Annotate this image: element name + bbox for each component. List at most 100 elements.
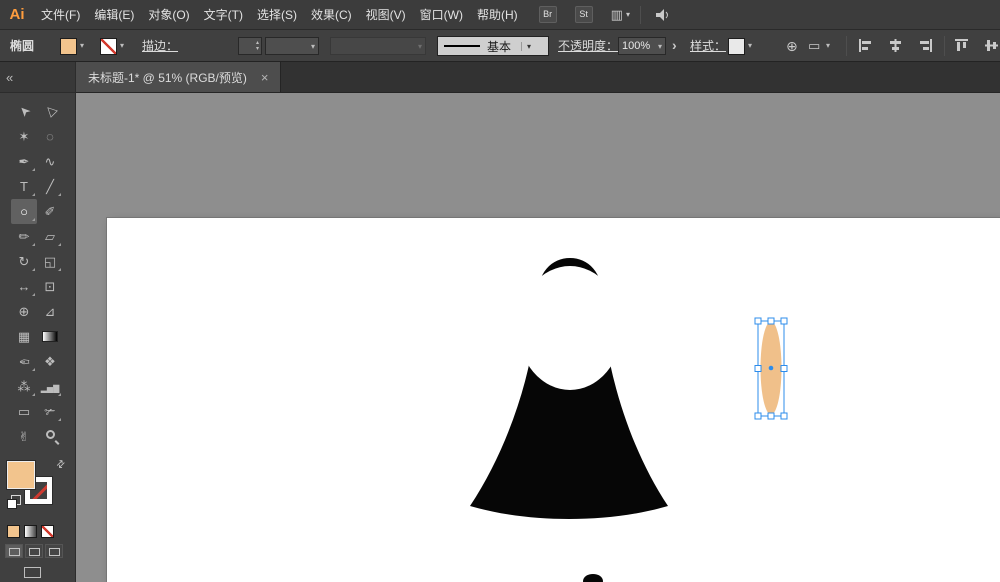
spin-down-icon[interactable]: ▾ — [256, 45, 259, 53]
curvature-tool[interactable]: ∿ — [37, 149, 63, 174]
bridge-button[interactable]: Br — [538, 6, 557, 23]
screen-mode-button[interactable] — [24, 567, 41, 578]
gradient-button[interactable] — [24, 525, 37, 538]
menu-item-file[interactable]: 文件(F) — [34, 0, 87, 30]
width-profile-dropdown: ▾ — [330, 37, 426, 55]
shape-builder-tool[interactable]: ⊕ — [11, 299, 37, 324]
zoom-tool[interactable] — [37, 424, 63, 449]
pencil-tool[interactable]: ✏ — [11, 224, 37, 249]
eraser-tool[interactable]: ▱ — [37, 224, 63, 249]
menu-item-type[interactable]: 文字(T) — [197, 0, 250, 30]
free-transform-tool[interactable]: ⊡ — [37, 274, 63, 299]
draw-inside-button[interactable] — [45, 544, 63, 558]
menu-item-view[interactable]: 视图(V) — [359, 0, 413, 30]
horizontal-align-center-icon[interactable] — [888, 38, 903, 53]
flyout-arrow-icon[interactable]: › — [672, 30, 677, 62]
menu-item-help[interactable]: 帮助(H) — [470, 0, 525, 30]
speaker-icon[interactable] — [655, 8, 671, 22]
stroke-weight-stepper[interactable]: ▴ ▾ — [238, 37, 262, 55]
type-tool[interactable]: T — [11, 174, 37, 199]
opacity-value: 100% — [622, 40, 651, 52]
none-button[interactable] — [41, 525, 54, 538]
opacity-label[interactable]: 不透明度： — [558, 30, 618, 62]
horizontal-align-left-icon[interactable] — [858, 38, 873, 53]
document-tab-bar: 未标题-1* @ 51% (RGB/预览) × — [76, 62, 1000, 93]
line-segment-tool[interactable]: ╱ — [37, 174, 63, 199]
chevron-down-icon[interactable]: ▾ — [658, 42, 662, 51]
artboard-options-icon[interactable]: ▭ — [808, 30, 820, 62]
illustrator-window: Ai 文件(F) 编辑(E) 对象(O) 文字(T) 选择(S) 效果(C) 视… — [0, 0, 1000, 582]
hand-tool[interactable]: ✌ — [11, 424, 37, 449]
chevron-down-icon[interactable]: ▾ — [626, 10, 630, 19]
style-swatch[interactable] — [728, 38, 745, 55]
gradient-swatch-icon — [42, 331, 58, 342]
style-label[interactable]: 样式： — [690, 30, 726, 62]
scale-tool[interactable]: ◱ — [37, 249, 63, 274]
close-tab-icon[interactable]: × — [261, 70, 269, 85]
vertical-align-top-icon[interactable] — [954, 38, 969, 53]
globe-icon[interactable]: ⊕ — [786, 30, 798, 62]
symbol-sprayer-tool[interactable]: ⁂ — [11, 374, 37, 399]
color-button[interactable] — [7, 525, 20, 538]
chevron-down-icon: ▾ — [310, 41, 315, 51]
swap-fill-stroke-icon[interactable]: ⇄ — [54, 458, 68, 472]
rotate-tool[interactable]: ↻ — [11, 249, 37, 274]
menu-item-edit[interactable]: 编辑(E) — [87, 0, 141, 30]
menu-item-select[interactable]: 选择(S) — [250, 0, 304, 30]
eyedropper-tool[interactable]: ✑ — [11, 349, 37, 374]
selection-tool[interactable]: ➤ — [11, 99, 37, 124]
magic-wand-tool[interactable]: ✶ — [11, 124, 37, 149]
style-dropdown-icon[interactable]: ▾ — [748, 30, 752, 62]
fill-color-swatch[interactable] — [60, 38, 77, 55]
blend-tool[interactable]: ❖ — [37, 349, 63, 374]
vertical-align-center-icon[interactable] — [984, 38, 999, 53]
stroke-color-swatch[interactable] — [100, 38, 117, 55]
lasso-tool[interactable]: ◌ — [37, 124, 63, 149]
menu-item-window[interactable]: 窗口(W) — [413, 0, 470, 30]
column-graph-tool[interactable]: ▂▅▇ — [37, 374, 63, 399]
fill-dropdown-icon[interactable]: ▾ — [80, 30, 84, 62]
gradient-tool[interactable] — [37, 324, 63, 349]
direct-selection-tool[interactable]: ▷ — [37, 99, 63, 124]
fill-swatch[interactable] — [6, 460, 36, 490]
perspective-grid-tool[interactable]: ⊿ — [37, 299, 63, 324]
center-anchor-point[interactable] — [768, 365, 774, 371]
menu-item-effect[interactable]: 效果(C) — [304, 0, 359, 30]
mesh-tool[interactable]: ▦ — [11, 324, 37, 349]
pen-tool[interactable]: ✒ — [11, 149, 37, 174]
tools-panel: « ➤ ▷ ✶ ◌ ✒ ∿ T ╱ ○ ✐ ✏ ▱ ↻ ◱ ↔ ⊡ ⊕ ⊿ ▦ … — [0, 62, 76, 582]
tools-grid: ➤ ▷ ✶ ◌ ✒ ∿ T ╱ ○ ✐ ✏ ▱ ↻ ◱ ↔ ⊡ ⊕ ⊿ ▦ ✑ … — [11, 99, 63, 449]
document-tab[interactable]: 未标题-1* @ 51% (RGB/预览) × — [76, 62, 282, 92]
face-ellipse[interactable] — [518, 266, 622, 390]
ellipse-tool[interactable]: ○ — [11, 199, 37, 224]
chevron-down-icon[interactable]: ▾ — [521, 41, 531, 51]
width-tool[interactable]: ↔ — [11, 274, 37, 299]
artboard[interactable] — [107, 218, 1000, 582]
arrange-documents-icon[interactable]: ▥ — [611, 7, 623, 23]
separator — [944, 36, 945, 56]
stroke-dropdown-icon[interactable]: ▾ — [120, 30, 124, 62]
partial-shape[interactable] — [583, 574, 603, 582]
menu-item-object[interactable]: 对象(O) — [141, 0, 196, 30]
artboard-tool[interactable]: ▭ — [11, 399, 37, 424]
canvas[interactable] — [76, 93, 1000, 582]
horizontal-align-right-icon[interactable] — [918, 38, 933, 53]
stroke-weight-label[interactable]: 描边： — [142, 30, 178, 62]
default-fill-stroke-icon[interactable] — [7, 495, 21, 509]
color-mode-buttons — [7, 525, 75, 538]
separator — [846, 36, 847, 56]
stock-button[interactable]: St — [574, 6, 593, 23]
collapse-panel-icon[interactable]: « — [6, 70, 13, 85]
stroke-weight-dropdown[interactable]: ▾ — [265, 37, 319, 55]
draw-normal-button[interactable] — [5, 544, 23, 558]
brush-definition-dropdown[interactable]: 基本 ▾ — [437, 36, 549, 56]
slice-tool[interactable]: ✃ — [37, 399, 63, 424]
magnifier-icon — [45, 430, 55, 439]
draw-behind-button[interactable] — [25, 544, 43, 558]
brush-name: 基本 — [487, 39, 512, 54]
separator — [639, 5, 641, 24]
opacity-input[interactable]: 100% ▾ — [618, 37, 666, 55]
chevron-down-icon[interactable]: ▾ — [826, 30, 830, 62]
paintbrush-tool[interactable]: ✐ — [37, 199, 63, 224]
app-logo[interactable]: Ai — [0, 6, 34, 23]
